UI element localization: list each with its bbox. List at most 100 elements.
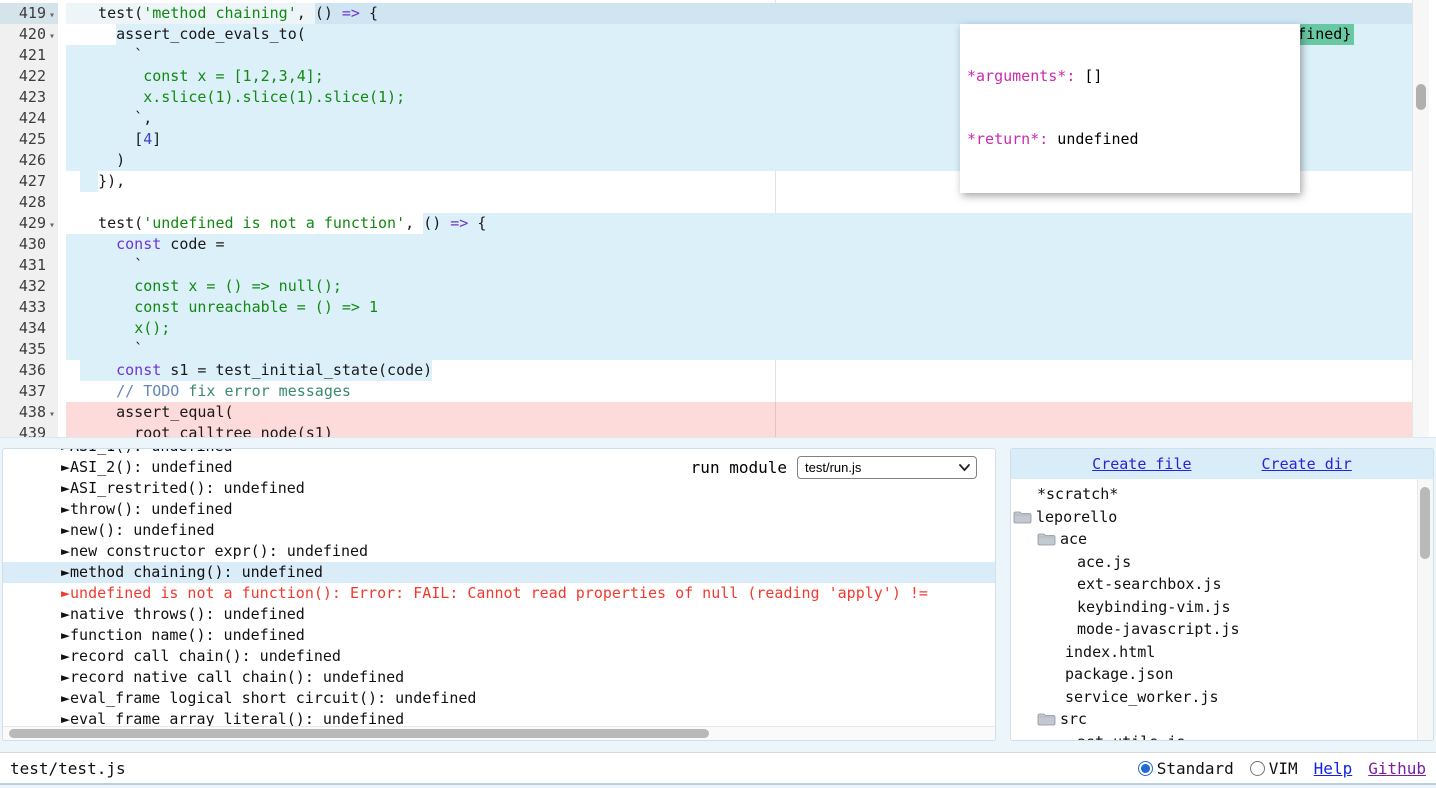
code-line-text[interactable]: test('undefined is not a function', () =…	[66, 213, 1412, 234]
fold-arrow-icon[interactable]: ▾	[46, 26, 58, 47]
line-number: 430	[0, 234, 46, 255]
code-line-435[interactable]: 435 `	[0, 339, 1412, 360]
test-result-text: ►record call chain(): undefined	[61, 647, 341, 665]
gutter-cell: 426	[0, 150, 58, 171]
gutter-cell: 439	[0, 423, 58, 438]
code-line-text[interactable]: `	[66, 339, 1412, 360]
code-line-text[interactable]: const x = () => null();	[66, 276, 1412, 297]
code-token: fix error messages	[179, 381, 351, 402]
code-token: `	[80, 255, 143, 276]
code-line-433[interactable]: 433 const unreachable = () => 1	[0, 297, 1412, 318]
test-result-item[interactable]: ►throw(): undefined	[3, 499, 995, 520]
file-name: ast_utils.js	[1077, 733, 1185, 741]
current-file-path: test/test.js	[10, 759, 126, 778]
code-token: }),	[98, 171, 125, 192]
line-number: 424	[0, 108, 46, 129]
code-line-text[interactable]: const code =	[66, 234, 1412, 255]
create-file-link[interactable]: Create file	[1092, 455, 1191, 473]
console-horizontal-scrollbar[interactable]	[3, 726, 995, 740]
file-tree-item[interactable]: ext-searchbox.js	[1011, 573, 1433, 596]
keybinding-standard-option[interactable]: Standard	[1138, 759, 1234, 778]
test-result-item[interactable]: ►ASI_restrited(): undefined	[3, 478, 995, 499]
code-line-text[interactable]: const unreachable = () => 1	[66, 297, 1412, 318]
code-token	[80, 276, 134, 297]
test-result-text: ►method chaining(): undefined	[61, 563, 323, 581]
code-line-436[interactable]: 436 const s1 = test_initial_state(code)	[0, 360, 1412, 381]
vim-radio-label: VIM	[1269, 759, 1298, 778]
test-result-item[interactable]: ►method chaining(): undefined	[3, 562, 995, 583]
test-result-text: ►native throws(): undefined	[61, 605, 305, 623]
test-result-item[interactable]: ►record native call chain(): undefined	[3, 667, 995, 688]
fold-arrow-icon[interactable]: ▾	[46, 215, 58, 236]
gutter-cell: 434	[0, 318, 58, 339]
test-result-item[interactable]: ►function name(): undefined	[3, 625, 995, 646]
vim-radio[interactable]	[1250, 761, 1265, 776]
test-result-text: ►undefined is not a function(): Error: F…	[61, 584, 937, 602]
keybinding-vim-option[interactable]: VIM	[1250, 759, 1298, 778]
gutter-cell: 430	[0, 234, 58, 255]
test-result-item[interactable]: ►eval_frame logical short circuit(): und…	[3, 688, 995, 709]
code-token: 'undefined is not a function'	[143, 213, 405, 234]
console-scrollbar-thumb[interactable]	[9, 729, 709, 738]
editor-vertical-scrollbar[interactable]	[1412, 0, 1429, 438]
gutter-cell: 423	[0, 87, 58, 108]
file-tree-item[interactable]: ast_utils.js	[1011, 731, 1433, 742]
code-line-text[interactable]: assert_equal(	[66, 402, 1412, 423]
standard-radio[interactable]	[1138, 761, 1153, 776]
file-tree-item[interactable]: ace	[1011, 528, 1433, 551]
test-result-item[interactable]: ►new constructor expr(): undefined	[3, 541, 995, 562]
inspector-row-arguments[interactable]: *arguments*: []	[967, 66, 1290, 87]
code-line-437[interactable]: 437 // TODO fix error messages	[0, 381, 1412, 402]
code-line-text[interactable]: const s1 = test_initial_state(code)	[66, 360, 1412, 381]
code-token: 'method chaining'	[143, 3, 297, 24]
code-line-text[interactable]: root_calltree_node(s1)	[66, 423, 1412, 438]
code-line-432[interactable]: 432 const x = () => null();	[0, 276, 1412, 297]
code-line-428[interactable]: 428	[0, 192, 1412, 213]
file-tree-item[interactable]: ace.js	[1011, 551, 1433, 574]
test-result-text: ►record native call chain(): undefined	[61, 668, 404, 686]
editor-scrollbar-thumb[interactable]	[1416, 84, 1426, 110]
test-result-item[interactable]: ►native throws(): undefined	[3, 604, 995, 625]
file-tree-item[interactable]: index.html	[1011, 641, 1433, 664]
code-line-430[interactable]: 430 const code =	[0, 234, 1412, 255]
code-line-text[interactable]	[66, 192, 1412, 213]
code-line-text[interactable]: // TODO fix error messages	[66, 381, 1412, 402]
code-line-text[interactable]: x();	[66, 318, 1412, 339]
file-tree-item[interactable]: keybinding-vim.js	[1011, 596, 1433, 619]
test-result-item[interactable]: ►record call chain(): undefined	[3, 646, 995, 667]
file-tree-item[interactable]: service_worker.js	[1011, 686, 1433, 709]
file-tree-item[interactable]: package.json	[1011, 663, 1433, 686]
code-line-439[interactable]: 439 root_calltree_node(s1)	[0, 423, 1412, 438]
inspector-row-return[interactable]: *return*: undefined	[967, 129, 1290, 150]
github-link[interactable]: Github	[1368, 759, 1426, 778]
file-tree-item[interactable]: mode-javascript.js	[1011, 618, 1433, 641]
help-link[interactable]: Help	[1314, 759, 1353, 778]
file-tree-scrollbar[interactable]	[1417, 479, 1433, 740]
file-tree-item[interactable]: src	[1011, 708, 1433, 731]
test-result-item[interactable]: ►undefined is not a function(): Error: F…	[3, 583, 995, 604]
line-number: 422	[0, 66, 46, 87]
code-line-429[interactable]: 429▾ test('undefined is not a function',…	[0, 213, 1412, 234]
fold-arrow-icon[interactable]: ▾	[46, 5, 58, 26]
code-editor[interactable]: 419▾ test('method chaining', () => {420▾…	[0, 0, 1436, 438]
create-dir-link[interactable]: Create dir	[1262, 455, 1352, 473]
code-token: assert_code_evals_to(	[116, 25, 306, 43]
code-line-text[interactable]: `	[66, 255, 1412, 276]
file-tree-item[interactable]: *scratch*	[1011, 483, 1433, 506]
run-module-select[interactable]: test/run.js	[797, 456, 977, 479]
code-line-438[interactable]: 438▾ assert_equal(	[0, 402, 1412, 423]
fold-arrow-icon[interactable]: ▾	[46, 404, 58, 425]
status-bar: test/test.js Standard VIM Help Github	[0, 752, 1436, 785]
code-token	[80, 234, 116, 255]
gutter-cell: 427	[0, 171, 58, 192]
folder-name: ace	[1060, 530, 1087, 548]
file-tree-scrollbar-thumb[interactable]	[1420, 487, 1430, 559]
gutter-cell: 422	[0, 66, 58, 87]
run-module-control: run module test/run.js	[691, 456, 977, 479]
file-tree-item[interactable]: leporello	[1011, 506, 1433, 529]
test-result-item[interactable]: ►new(): undefined	[3, 520, 995, 541]
code-token: // TODO	[116, 381, 179, 402]
code-line-434[interactable]: 434 x();	[0, 318, 1412, 339]
folder-name: leporello	[1036, 508, 1117, 526]
code-line-431[interactable]: 431 `	[0, 255, 1412, 276]
